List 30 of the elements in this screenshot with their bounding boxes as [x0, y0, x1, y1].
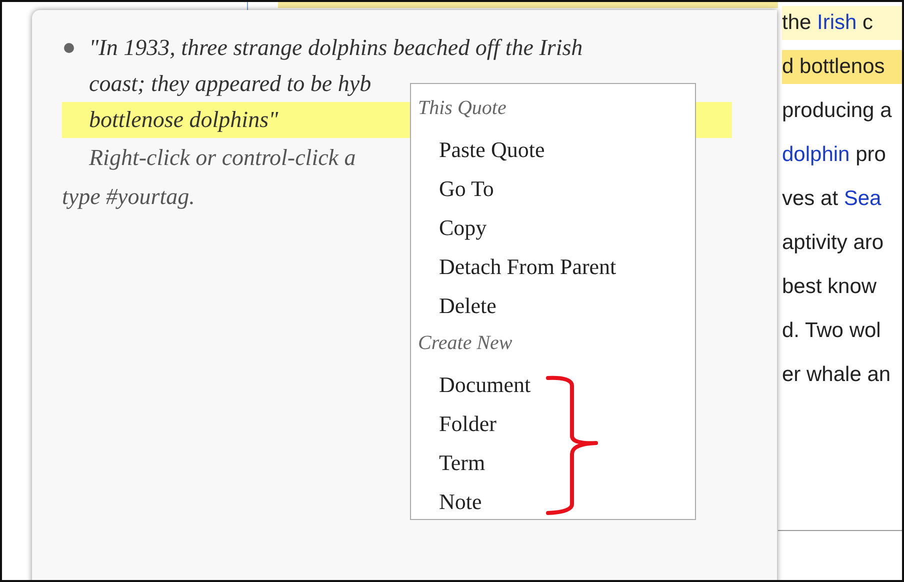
article-text: er whale an	[782, 363, 891, 386]
article-text: aptivity aro	[782, 231, 884, 254]
quote-line: coast; they appeared to be hyb	[89, 71, 372, 97]
bullet-icon	[64, 43, 74, 53]
article-text: c	[862, 11, 874, 34]
menu-item[interactable]: Term	[439, 450, 486, 475]
menu-item[interactable]: Paste Quote	[439, 137, 545, 162]
article-text: ves at	[782, 187, 840, 210]
quote-line: "In 1933, three strange dolphins beached off the Irish	[89, 35, 583, 61]
menu-item[interactable]: Note	[439, 489, 482, 514]
menu-item[interactable]: Go To	[439, 176, 494, 201]
article-text: best know	[782, 275, 877, 298]
menu-item[interactable]: Folder	[439, 411, 496, 436]
article-text: the	[782, 11, 812, 34]
menu-section-title: This Quote	[418, 97, 506, 119]
article-text: pro	[854, 143, 886, 166]
menu-item[interactable]: Detach From Parent	[439, 254, 616, 279]
article-text: d bottlenos	[782, 55, 885, 78]
article-text: producing a	[782, 99, 892, 122]
hint-text: type #yourtag.	[62, 184, 195, 209]
menu-item[interactable]: Copy	[439, 215, 487, 240]
menu-item[interactable]: Delete	[439, 293, 496, 318]
article-link[interactable]: Sea	[844, 187, 882, 210]
quote-line: bottlenose dolphins"	[89, 107, 278, 133]
article-link[interactable]: Irish	[817, 11, 857, 34]
article-link[interactable]: dolphin	[782, 143, 850, 166]
menu-item[interactable]: Document	[439, 372, 531, 397]
hint-text: Right-click or control-click a	[89, 145, 356, 170]
menu-section-title: Create New	[418, 332, 512, 354]
article-text: d. Two wol	[782, 319, 881, 342]
